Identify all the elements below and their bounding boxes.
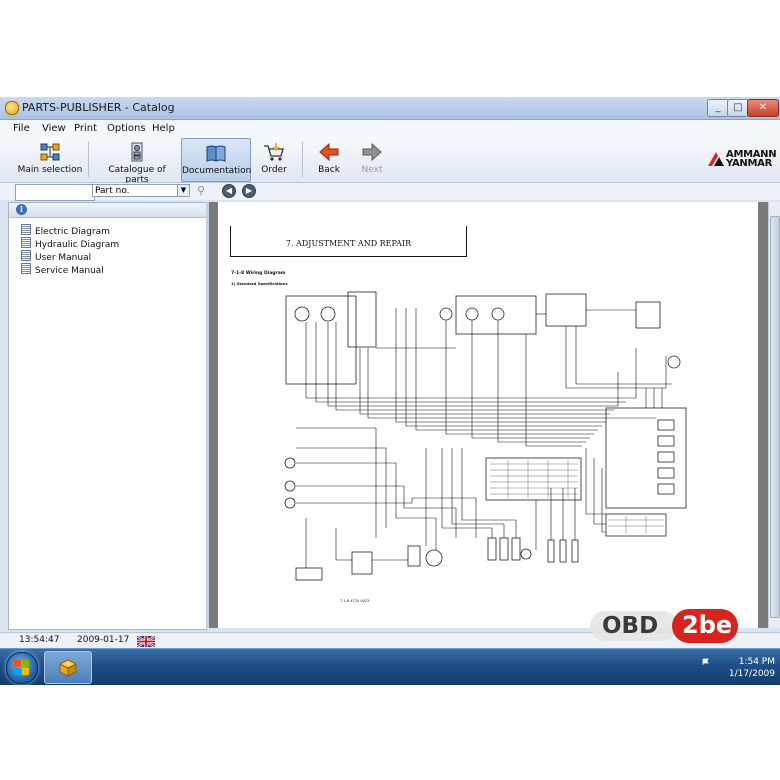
windows-logo-icon [14, 660, 29, 675]
search-input[interactable] [15, 184, 95, 201]
menu-view[interactable]: View [42, 123, 66, 134]
back-label: Back [318, 165, 340, 175]
menu-print[interactable]: Print [74, 123, 97, 134]
documentation-label: Documentation [182, 166, 252, 176]
document-icon [21, 250, 31, 261]
nav-forward-icon[interactable]: ▶ [242, 184, 256, 198]
search-type-value: Part no. [95, 186, 130, 196]
main-selection-label: Main selection [17, 165, 83, 175]
watermark-obd: OBD [602, 613, 659, 639]
toolbar: Main selection Catalogue of parts Docume… [0, 137, 780, 185]
search-icon[interactable]: ⚲ [197, 184, 211, 198]
tree-item-label: Electric Diagram [35, 227, 110, 237]
order-label: Order [261, 165, 287, 175]
search-type-select[interactable]: Part no. ▼ [92, 184, 190, 197]
watermark-2be: 2be [682, 611, 733, 639]
chevron-down-icon[interactable]: ▼ [177, 185, 189, 196]
close-button[interactable]: ✕ [747, 99, 779, 117]
next-button[interactable]: Next [355, 138, 389, 180]
toolbar-separator [302, 141, 303, 177]
vertical-scrollbar[interactable] [768, 202, 780, 628]
document-footer: 7-1-8 4720 0023 [340, 599, 370, 603]
cart-icon [264, 143, 284, 161]
tree-item-service-manual[interactable]: Service Manual [21, 263, 104, 276]
main-selection-button[interactable]: Main selection [17, 138, 83, 180]
document-icon [21, 224, 31, 235]
document-page: 7. ADJUSTMENT AND REPAIR 7-1-8 Wiring Di… [218, 202, 758, 628]
next-label: Next [361, 165, 383, 175]
document-icon [21, 237, 31, 248]
maximize-button[interactable]: □ [727, 99, 749, 117]
scrollbar-thumb[interactable] [770, 216, 780, 618]
tree-item-label: Service Manual [35, 266, 104, 276]
taskbar: 1:54 PM 1/17/2009 [0, 648, 780, 685]
documentation-button[interactable]: Documentation [181, 138, 251, 182]
menu-bar: File View Print Options Help [0, 120, 780, 137]
panel-header: i [9, 203, 206, 218]
tree-item-electric-diagram[interactable]: Electric Diagram [21, 224, 110, 237]
menu-help[interactable]: Help [152, 123, 175, 134]
menu-options[interactable]: Options [107, 123, 146, 134]
main-selection-icon [40, 143, 60, 161]
app-icon[interactable] [5, 101, 19, 115]
clock-date[interactable]: 1/17/2009 [705, 669, 775, 679]
app-window: PARTS-PUBLISHER - Catalog _ □ ✕ File Vie… [0, 97, 780, 649]
book-icon [206, 145, 226, 162]
menu-file[interactable]: File [13, 123, 30, 134]
document-section-title: 7-1-8 Wiring Diagram [231, 271, 286, 276]
catalogue-icon [131, 142, 143, 162]
watermark-logo: OBD 2be [590, 607, 738, 645]
brand-yanmar: YANMAR [726, 158, 772, 169]
minimize-button[interactable]: _ [707, 99, 729, 117]
next-arrow-icon [362, 142, 382, 162]
tree-item-label: User Manual [35, 253, 92, 263]
info-icon[interactable]: i [16, 204, 27, 215]
tree-item-hydraulic-diagram[interactable]: Hydraulic Diagram [21, 237, 120, 250]
taskbar-app-parts-publisher[interactable] [44, 651, 92, 684]
document-title-box: 7. ADJUSTMENT AND REPAIR [230, 226, 467, 257]
uk-flag-icon[interactable] [137, 636, 155, 647]
document-subsection-title: 1) Standard Specifications [231, 281, 288, 286]
navigation-panel: i Electric Diagram Hydraulic Diagram Use… [8, 202, 207, 630]
catalogue-of-parts-button[interactable]: Catalogue of parts [97, 138, 177, 185]
document-icon [21, 263, 31, 274]
brand-mark-icon [708, 152, 724, 166]
status-time: 13:54:47 [19, 635, 60, 645]
wiring-diagram [284, 291, 687, 581]
brand-logo: AMMANN YANMAR [708, 149, 777, 171]
nav-back-icon[interactable]: ◀ [222, 184, 236, 198]
document-viewer: 7. ADJUSTMENT AND REPAIR 7-1-8 Wiring Di… [209, 202, 768, 628]
search-bar: Part no. ▼ ⚲ ◀ ▶ [0, 183, 780, 201]
status-date: 2009-01-17 [77, 635, 130, 645]
catalogue-label: Catalogue of parts [108, 165, 166, 185]
clock-time[interactable]: 1:54 PM [705, 657, 775, 667]
back-arrow-icon [319, 142, 339, 162]
title-bar[interactable]: PARTS-PUBLISHER - Catalog _ □ ✕ [0, 97, 780, 120]
start-button[interactable] [6, 652, 38, 684]
order-button[interactable]: Order [256, 138, 292, 180]
tree-item-label: Hydraulic Diagram [35, 240, 120, 250]
back-button[interactable]: Back [312, 138, 346, 180]
parts-publisher-app-icon [58, 659, 78, 677]
tree-item-user-manual[interactable]: User Manual [21, 250, 92, 263]
toolbar-separator [88, 141, 89, 177]
document-heading: 7. ADJUSTMENT AND REPAIR [285, 239, 412, 248]
window-title: PARTS-PUBLISHER - Catalog [22, 101, 175, 114]
